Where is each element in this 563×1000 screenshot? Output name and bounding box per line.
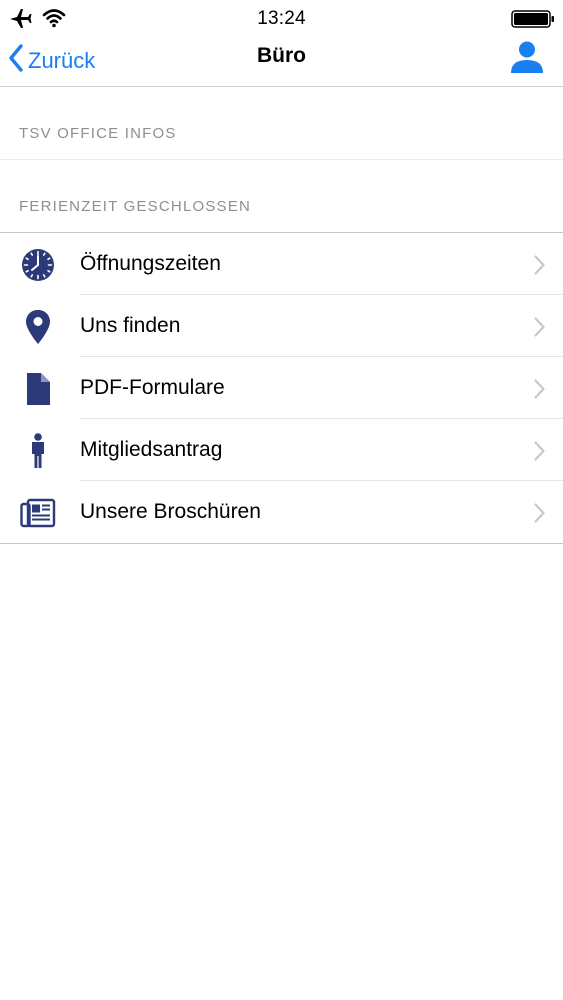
menu-item-uns-finden[interactable]: Uns finden <box>0 295 563 357</box>
battery-icon <box>511 10 555 33</box>
chevron-right-icon <box>534 255 545 280</box>
menu-item-pdf-formulare[interactable]: PDF-Formulare <box>0 357 563 419</box>
chevron-right-icon <box>534 379 545 404</box>
menu-item-label: PDF-Formulare <box>80 376 225 399</box>
section-header-office-infos: TSV OFFICE INFOS <box>0 87 563 159</box>
person-standing-icon <box>20 433 56 469</box>
chevron-right-icon <box>534 317 545 342</box>
section-header-label: FERIENZEIT GESCHLOSSEN <box>19 198 251 215</box>
menu-item-oeffnungszeiten[interactable]: Öffnungszeiten <box>0 233 563 295</box>
menu-item-label: Öffnungszeiten <box>80 252 221 275</box>
menu-item-label: Mitgliedsantrag <box>80 438 223 461</box>
status-bar: 13:24 <box>0 0 563 36</box>
menu-item-label: Uns finden <box>80 314 181 337</box>
menu-item-label: Unsere Broschüren <box>80 500 261 523</box>
location-pin-icon <box>20 309 56 345</box>
menu-item-unsere-broschueren[interactable]: Unsere Broschüren <box>0 481 563 543</box>
profile-button[interactable] <box>509 40 545 76</box>
clock-icon <box>20 247 56 283</box>
section-header-label: TSV OFFICE INFOS <box>19 125 177 142</box>
content: TSV OFFICE INFOS FERIENZEIT GESCHLOSSEN <box>0 87 563 544</box>
brochure-icon <box>20 495 56 531</box>
person-icon <box>509 41 545 78</box>
navigation-bar: Zurück Büro <box>0 36 563 87</box>
section-header-ferienzeit: FERIENZEIT GESCHLOSSEN <box>0 160 563 232</box>
page-title: Büro <box>257 44 306 67</box>
menu-item-mitgliedsantrag[interactable]: Mitgliedsantrag <box>0 419 563 481</box>
chevron-right-icon <box>534 441 545 466</box>
status-time: 13:24 <box>257 8 306 29</box>
document-icon <box>20 371 56 407</box>
chevron-right-icon <box>534 503 545 528</box>
office-menu-list: Öffnungszeiten Uns finden PDF-Formulare … <box>0 232 563 544</box>
